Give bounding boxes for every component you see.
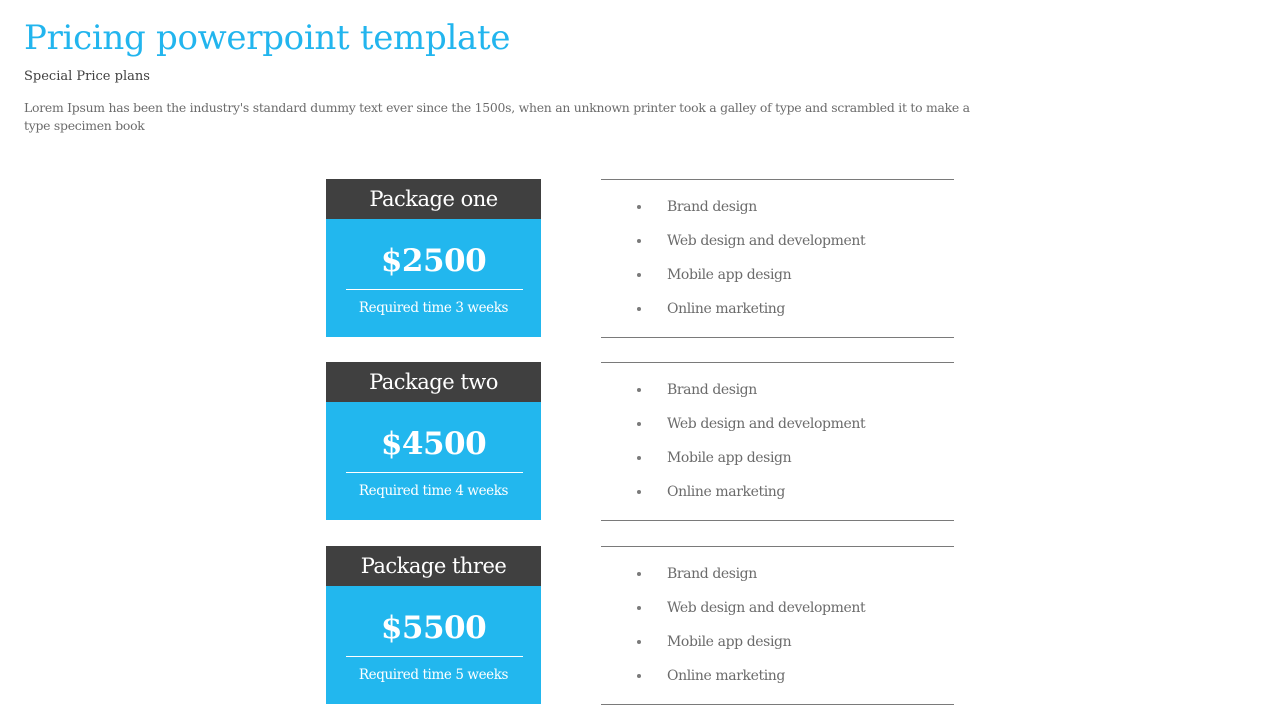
feature-item: Online marketing	[601, 664, 954, 698]
bullet-icon	[637, 490, 641, 494]
feature-item: Brand design	[601, 562, 954, 596]
subtitle: Special Price plans	[24, 69, 150, 84]
feature-item: Mobile app design	[601, 446, 954, 480]
package-card-two: Package two $4500 Required time 4 weeks	[326, 362, 541, 520]
price-divider	[346, 289, 523, 290]
price-divider	[346, 656, 523, 657]
description: Lorem Ipsum has been the industry's stan…	[24, 100, 970, 133]
feature-label: Mobile app design	[667, 450, 792, 466]
bullet-icon	[637, 388, 641, 392]
package-body: $4500 Required time 4 weeks	[326, 402, 541, 520]
package-body: $2500 Required time 3 weeks	[326, 219, 541, 337]
price-divider	[346, 472, 523, 473]
feature-label: Web design and development	[667, 416, 866, 432]
feature-label: Online marketing	[667, 484, 785, 500]
package-name: Package one	[326, 179, 541, 219]
bullet-icon	[637, 422, 641, 426]
feature-item: Online marketing	[601, 480, 954, 514]
feature-item: Online marketing	[601, 297, 954, 331]
feature-label: Brand design	[667, 199, 757, 215]
feature-label: Online marketing	[667, 301, 785, 317]
feature-label: Web design and development	[667, 233, 866, 249]
feature-item: Brand design	[601, 195, 954, 229]
feature-item: Mobile app design	[601, 263, 954, 297]
feature-item: Web design and development	[601, 596, 954, 630]
bullet-icon	[637, 239, 641, 243]
package-price: $2500	[380, 243, 487, 279]
package-name: Package three	[326, 546, 541, 586]
feature-label: Online marketing	[667, 668, 785, 684]
feature-label: Mobile app design	[667, 267, 792, 283]
feature-item: Brand design	[601, 378, 954, 412]
package-time: Required time 3 weeks	[358, 300, 509, 316]
feature-list-two: Brand design Web design and development …	[601, 362, 954, 521]
package-name: Package two	[326, 362, 541, 402]
bullet-icon	[637, 606, 641, 610]
package-card-three: Package three $5500 Required time 5 week…	[326, 546, 541, 704]
feature-item: Mobile app design	[601, 630, 954, 664]
feature-label: Web design and development	[667, 600, 866, 616]
bullet-icon	[637, 674, 641, 678]
slide: Pricing powerpoint template Special Pric…	[0, 0, 1280, 720]
feature-item: Web design and development	[601, 412, 954, 446]
bullet-icon	[637, 640, 641, 644]
package-time: Required time 5 weeks	[358, 667, 509, 683]
feature-label: Brand design	[667, 566, 757, 582]
package-price: $5500	[380, 610, 487, 646]
bullet-icon	[637, 307, 641, 311]
page-title: Pricing powerpoint template	[24, 18, 511, 58]
bullet-icon	[637, 456, 641, 460]
feature-list-three: Brand design Web design and development …	[601, 546, 954, 705]
feature-item: Web design and development	[601, 229, 954, 263]
bullet-icon	[637, 572, 641, 576]
bullet-icon	[637, 273, 641, 277]
bullet-icon	[637, 205, 641, 209]
package-card-one: Package one $2500 Required time 3 weeks	[326, 179, 541, 337]
package-time: Required time 4 weeks	[358, 483, 509, 499]
feature-list-one: Brand design Web design and development …	[601, 179, 954, 338]
package-body: $5500 Required time 5 weeks	[326, 586, 541, 704]
feature-label: Brand design	[667, 382, 757, 398]
feature-label: Mobile app design	[667, 634, 792, 650]
package-price: $4500	[380, 426, 487, 462]
